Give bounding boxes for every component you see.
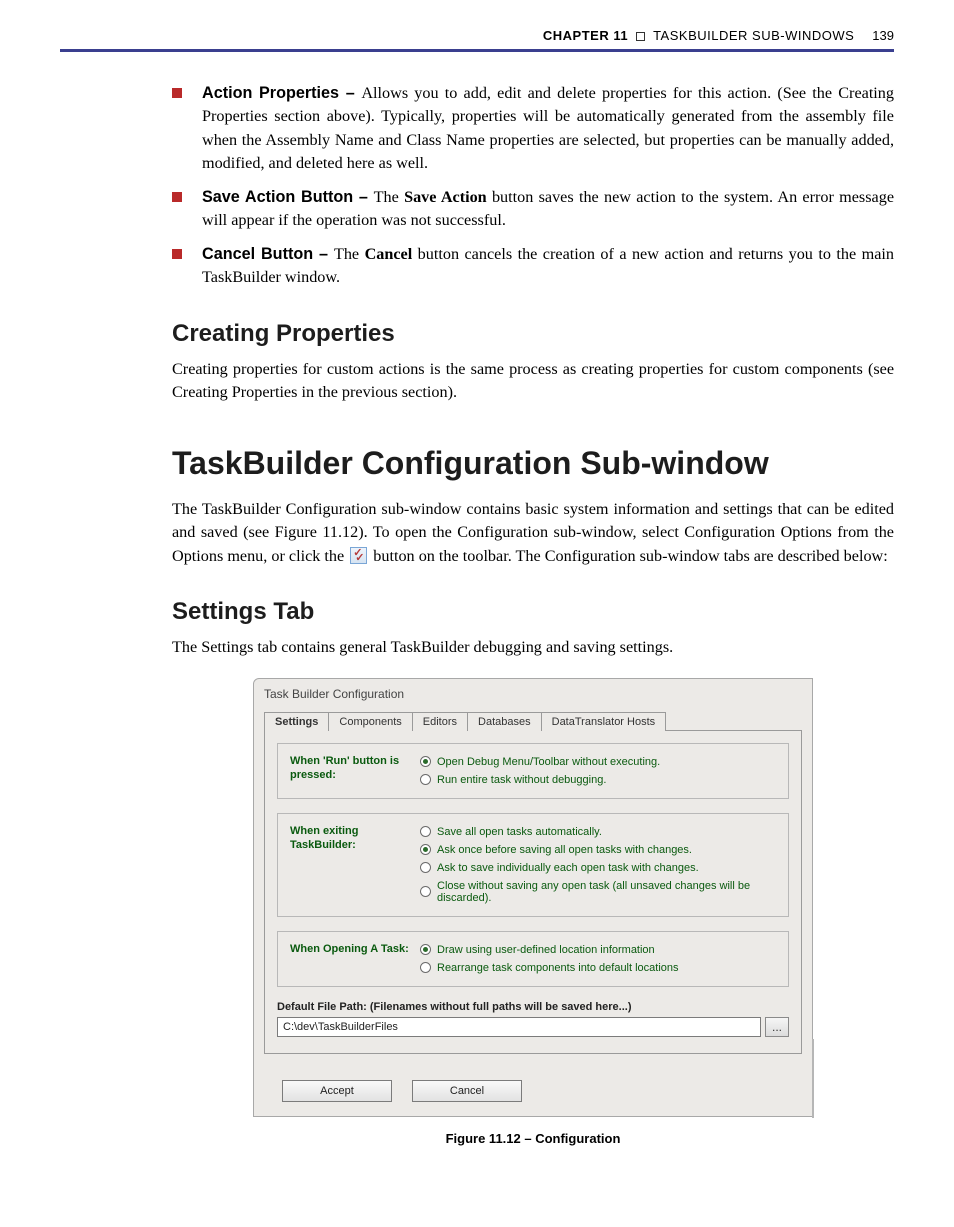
section-body: Creating properties for custom actions i… [172,358,894,405]
radio-icon [420,886,431,897]
radio-label: Draw using user-defined location informa… [437,944,655,956]
accept-button[interactable]: Accept [282,1080,392,1102]
radio-icon [420,826,431,837]
radio-label: Ask once before saving all open tasks wi… [437,844,692,856]
group-when-opening: When Opening A Task: Draw using user-def… [277,931,789,987]
tab-settings[interactable]: Settings [264,712,329,731]
radio-label: Rearrange task components into default l… [437,962,679,974]
radio-option[interactable]: Save all open tasks automatically. [420,826,776,838]
section-body: The TaskBuilder Configuration sub-window… [172,498,894,568]
group-label: When exiting TaskBuilder: [290,824,420,904]
bullet-item: Cancel Button – The Cancel button cancel… [172,243,894,290]
chapter-label: CHAPTER 11 [543,28,628,43]
bullet-item: Action Properties – Allows you to add, e… [172,82,894,176]
tab-panel-settings: When 'Run' button is pressed: Open Debug… [264,730,802,1054]
bullet-item: Save Action Button – The Save Action but… [172,186,894,233]
radio-option[interactable]: Draw using user-defined location informa… [420,944,776,956]
radio-icon [420,774,431,785]
radio-label: Run entire task without debugging. [437,774,606,786]
radio-option[interactable]: Rearrange task components into default l… [420,962,776,974]
radio-icon [420,844,431,855]
cancel-button[interactable]: Cancel [412,1080,522,1102]
config-text-post: button on the toolbar. The Configuration… [369,547,888,565]
default-file-path-label: Default File Path: (Filenames without fu… [277,1001,789,1013]
bullet-strong: Cancel [365,245,413,263]
square-bullet-icon [172,88,182,98]
dialog-title: Task Builder Configuration [254,683,812,711]
chapter-title: TASKBUILDER SUB-WINDOWS [653,28,854,43]
radio-label: Close without saving any open task (all … [437,880,776,904]
square-outline-icon [636,32,645,41]
tab-components[interactable]: Components [328,712,412,731]
section-body: The Settings tab contains general TaskBu… [172,636,894,659]
configuration-dialog: Task Builder Configuration Settings Comp… [253,678,813,1117]
group-when-run: When 'Run' button is pressed: Open Debug… [277,743,789,799]
radio-icon [420,756,431,767]
radio-label: Open Debug Menu/Toolbar without executin… [437,756,660,768]
radio-option[interactable]: Close without saving any open task (all … [420,880,776,904]
default-file-path-input[interactable]: C:\dev\TaskBuilderFiles [277,1017,761,1037]
group-when-exiting: When exiting TaskBuilder: Save all open … [277,813,789,917]
section-heading-config: TaskBuilder Configuration Sub-window [172,445,894,482]
browse-button[interactable]: ... [765,1017,789,1037]
bullet-term: Save Action Button – [202,188,374,206]
bullet-term: Action Properties – [202,84,361,102]
radio-option[interactable]: Run entire task without debugging. [420,774,776,786]
page-number: 139 [872,28,894,43]
bullet-list: Action Properties – Allows you to add, e… [172,82,894,290]
dialog-shadow [812,1039,814,1118]
radio-label: Ask to save individually each open task … [437,862,699,874]
figure-caption: Figure 11.12 – Configuration [172,1131,894,1146]
dialog-tabstrip: Settings Components Editors Databases Da… [254,711,812,730]
radio-icon [420,944,431,955]
radio-option[interactable]: Open Debug Menu/Toolbar without executin… [420,756,776,768]
header-rule [60,49,894,52]
tab-datatranslator-hosts[interactable]: DataTranslator Hosts [541,712,667,731]
tab-databases[interactable]: Databases [467,712,542,731]
radio-icon [420,862,431,873]
square-bullet-icon [172,249,182,259]
section-heading-settings-tab: Settings Tab [172,598,894,626]
bullet-pre: The [334,245,365,263]
radio-option[interactable]: Ask to save individually each open task … [420,862,776,874]
radio-label: Save all open tasks automatically. [437,826,602,838]
bullet-pre: The [374,188,404,206]
configuration-toolbar-icon [350,547,367,564]
square-bullet-icon [172,192,182,202]
radio-option[interactable]: Ask once before saving all open tasks wi… [420,844,776,856]
bullet-strong: Save Action [404,188,487,206]
section-heading-creating-properties: Creating Properties [172,320,894,348]
group-label: When Opening A Task: [290,942,420,974]
running-header: CHAPTER 11 TASKBUILDER SUB-WINDOWS 139 [60,20,894,49]
group-label: When 'Run' button is pressed: [290,754,420,786]
bullet-term: Cancel Button – [202,245,334,263]
radio-icon [420,962,431,973]
tab-editors[interactable]: Editors [412,712,468,731]
